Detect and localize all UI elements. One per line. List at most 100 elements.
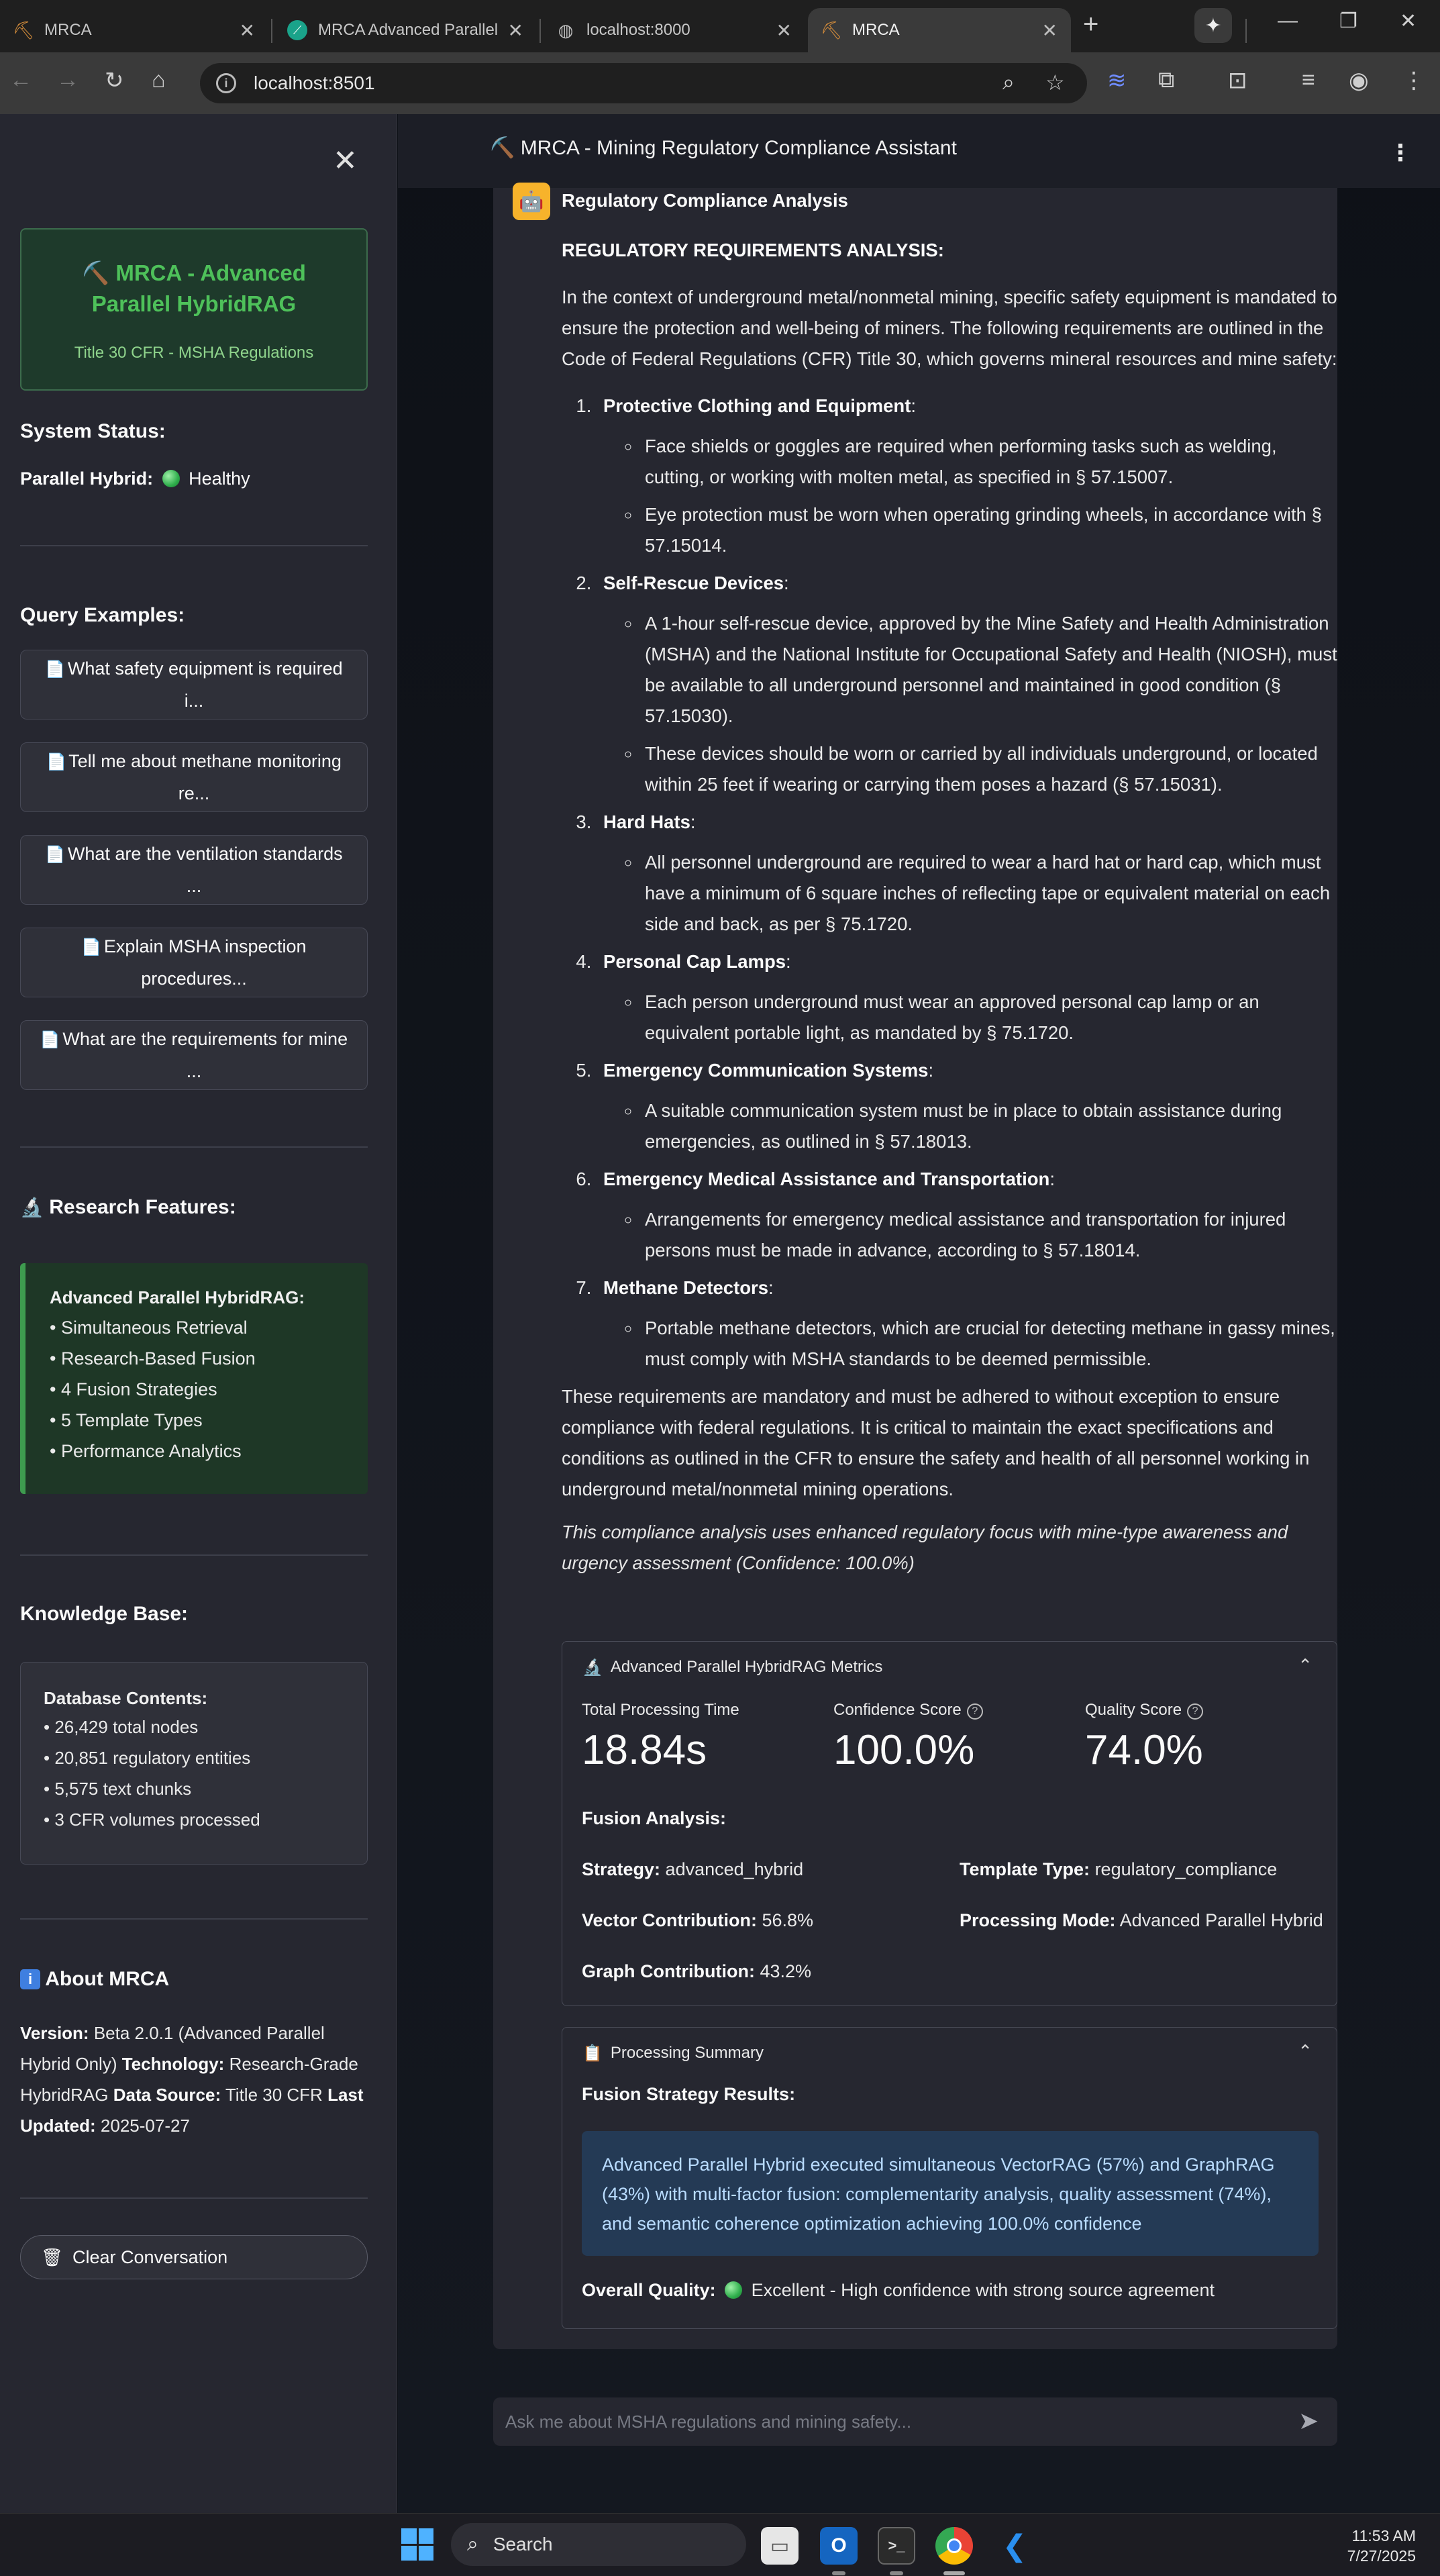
- extension-waveform-icon[interactable]: ≋: [1107, 67, 1127, 94]
- help-icon[interactable]: ?: [1187, 1703, 1204, 1720]
- back-icon[interactable]: ←: [9, 67, 32, 93]
- requirement-title: Hard Hats: [603, 811, 690, 832]
- minimize-icon[interactable]: —: [1278, 9, 1298, 32]
- zoom-icon[interactable]: ⌕: [1002, 70, 1015, 95]
- chrome-icon[interactable]: [935, 2527, 973, 2565]
- technology-label: Technology:: [121, 2054, 225, 2074]
- tab-title: MRCA: [44, 21, 92, 39]
- divider: [20, 2197, 368, 2199]
- windows-start-icon[interactable]: [401, 2528, 433, 2561]
- help-icon[interactable]: ?: [966, 1703, 983, 1720]
- clock-date: 7/27/2025: [1347, 2547, 1416, 2565]
- requirement-item: Protective Clothing and Equipment: Face …: [597, 391, 1340, 561]
- profile-icon[interactable]: ◉: [1349, 67, 1369, 94]
- browser-tab-mrca-1[interactable]: ⛏ MRCA ✕: [0, 8, 268, 52]
- assistant-message: Regulatory Compliance Analysis REGULATOR…: [562, 185, 1340, 1591]
- outlook-icon[interactable]: O: [820, 2527, 858, 2565]
- message-heading: Regulatory Compliance Analysis: [562, 190, 848, 211]
- metrics-expander-header[interactable]: 🔬 Advanced Parallel HybridRAG Metrics ⌃: [562, 1642, 1337, 1693]
- app-menu-icon[interactable]: ⋮: [1389, 140, 1412, 166]
- version-label: Version:: [20, 2023, 89, 2043]
- terminal-icon[interactable]: >_: [878, 2527, 915, 2565]
- requirements-list: Protective Clothing and Equipment: Face …: [597, 391, 1340, 1375]
- clock-time: 11:53 AM: [1351, 2527, 1416, 2544]
- chat-input[interactable]: Ask me about MSHA regulations and mining…: [493, 2397, 1337, 2446]
- taskbar-search[interactable]: ⌕ Search: [451, 2523, 746, 2566]
- metric-label-text: Total Processing Time: [582, 1701, 739, 1719]
- requirement-title: Emergency Medical Assistance and Transpo…: [603, 1169, 1050, 1189]
- extensions-puzzle-icon[interactable]: ⧉: [1158, 67, 1174, 93]
- requirement-bullet: A suitable communication system must be …: [641, 1095, 1340, 1157]
- research-item: • Performance Analytics: [50, 1441, 242, 1461]
- tab-title: MRCA Advanced Parallel HybridRAG: [318, 21, 500, 39]
- research-item: • 5 Template Types: [50, 1410, 203, 1430]
- send-icon[interactable]: ➤: [1298, 2407, 1319, 2435]
- quality-green-dot-icon: [725, 2281, 743, 2299]
- close-tab-icon[interactable]: ✕: [240, 19, 255, 42]
- query-example-label: Tell me about methane monitoring re...: [68, 751, 342, 803]
- close-tab-icon[interactable]: ✕: [508, 19, 523, 42]
- reload-icon[interactable]: ↻: [105, 67, 124, 94]
- media-controls-icon[interactable]: ≡: [1302, 67, 1315, 93]
- knowledge-base-box: Database Contents: • 26,429 total nodes …: [20, 1662, 368, 1865]
- pickaxe-icon: ⛏: [12, 19, 35, 40]
- summary-header-label: Processing Summary: [610, 2044, 764, 2062]
- chevron-up-icon: ⌃: [1298, 2041, 1313, 2061]
- graph-label: Graph Contribution:: [582, 1961, 755, 1981]
- forward-icon[interactable]: →: [56, 67, 79, 93]
- query-example-button[interactable]: 📄 Tell me about methane monitoring re...: [20, 742, 368, 812]
- taskbar-search-label: Search: [493, 2534, 553, 2555]
- status-label: Parallel Hybrid:: [20, 468, 154, 489]
- site-info-icon[interactable]: i: [216, 73, 236, 93]
- restore-icon[interactable]: ❐: [1339, 9, 1357, 33]
- file-explorer-icon[interactable]: ▭: [761, 2527, 799, 2565]
- info-icon: i: [20, 1969, 40, 1989]
- brand-card: ⛏️ MRCA - Advanced Parallel HybridRAG Ti…: [20, 228, 368, 391]
- taskbar-clock[interactable]: 11:53 AM 7/27/2025: [1335, 2526, 1416, 2566]
- close-tab-icon[interactable]: ✕: [1042, 19, 1058, 42]
- divider: [20, 1918, 368, 1920]
- browser-tab-hybridrag[interactable]: ⟋ MRCA Advanced Parallel HybridRAG ✕: [274, 8, 537, 52]
- requirement-bullets: Portable methane detectors, which are cr…: [641, 1313, 1340, 1375]
- query-example-label: What are the requirements for mine ...: [62, 1029, 348, 1081]
- gemini-icon[interactable]: ✦: [1194, 8, 1232, 43]
- windows-taskbar: ⌕ Search ▭ O >_ ❮ 11:53 AM 7/27/2025: [0, 2513, 1440, 2576]
- message-conclusion: These requirements are mandatory and mus…: [562, 1386, 1310, 1499]
- query-example-button[interactable]: 📄 What safety equipment is required i...: [20, 650, 368, 720]
- message-subheading: REGULATORY REQUIREMENTS ANALYSIS:: [562, 240, 944, 260]
- requirement-item: Methane Detectors: Portable methane dete…: [597, 1273, 1340, 1375]
- close-window-icon[interactable]: ✕: [1400, 9, 1417, 33]
- bookmark-star-icon[interactable]: ☆: [1045, 70, 1065, 95]
- research-features-heading: 🔬 Research Features:: [20, 1196, 236, 1219]
- processing-summary-header[interactable]: 📋 Processing Summary ⌃: [562, 2028, 1337, 2079]
- query-example-button[interactable]: 📄 Explain MSHA inspection procedures...: [20, 928, 368, 997]
- vector-label: Vector Contribution:: [582, 1910, 757, 1930]
- new-tab-icon[interactable]: +: [1083, 9, 1098, 40]
- system-status-row: Parallel Hybrid: Healthy: [20, 468, 250, 489]
- address-bar[interactable]: i localhost:8501 ⌕ ☆: [200, 63, 1087, 103]
- page-icon: 📄: [40, 1031, 60, 1049]
- tab-search-icon[interactable]: ⊡: [1228, 67, 1247, 94]
- about-heading: i About MRCA: [20, 1968, 169, 1991]
- kb-item: • 26,429 total nodes: [44, 1717, 199, 1737]
- home-icon[interactable]: ⌂: [152, 67, 166, 93]
- search-icon: ⌕: [467, 2533, 478, 2555]
- requirement-bullet: Eye protection must be worn when operati…: [641, 499, 1340, 561]
- chrome-menu-icon[interactable]: ⋮: [1402, 67, 1425, 94]
- graph-row: Graph Contribution: 43.2%: [582, 1961, 811, 1982]
- close-sidebar-icon[interactable]: ✕: [333, 144, 358, 178]
- browser-tab-mrca-active[interactable]: ⛏ MRCA ✕: [808, 8, 1071, 52]
- query-example-button[interactable]: 📄 What are the requirements for mine ...: [20, 1020, 368, 1090]
- vector-value: 56.8%: [762, 1910, 814, 1930]
- strategy-label: Strategy:: [582, 1859, 661, 1879]
- vscode-icon[interactable]: ❮: [996, 2527, 1033, 2565]
- clear-conversation-button[interactable]: 🗑 Clear Conversation: [20, 2235, 368, 2279]
- query-example-button[interactable]: 📄 What are the ventilation standards ...: [20, 835, 368, 905]
- browser-tab-localhost-8000[interactable]: ◍ localhost:8000 ✕: [542, 8, 805, 52]
- tab-title: MRCA: [852, 21, 900, 39]
- confidence-label: Confidence Score?: [833, 1701, 983, 1720]
- data-source-label: Data Source:: [113, 2085, 221, 2105]
- tab-title: localhost:8000: [586, 21, 690, 39]
- trash-icon: 🗑: [41, 2246, 64, 2267]
- close-tab-icon[interactable]: ✕: [776, 19, 792, 42]
